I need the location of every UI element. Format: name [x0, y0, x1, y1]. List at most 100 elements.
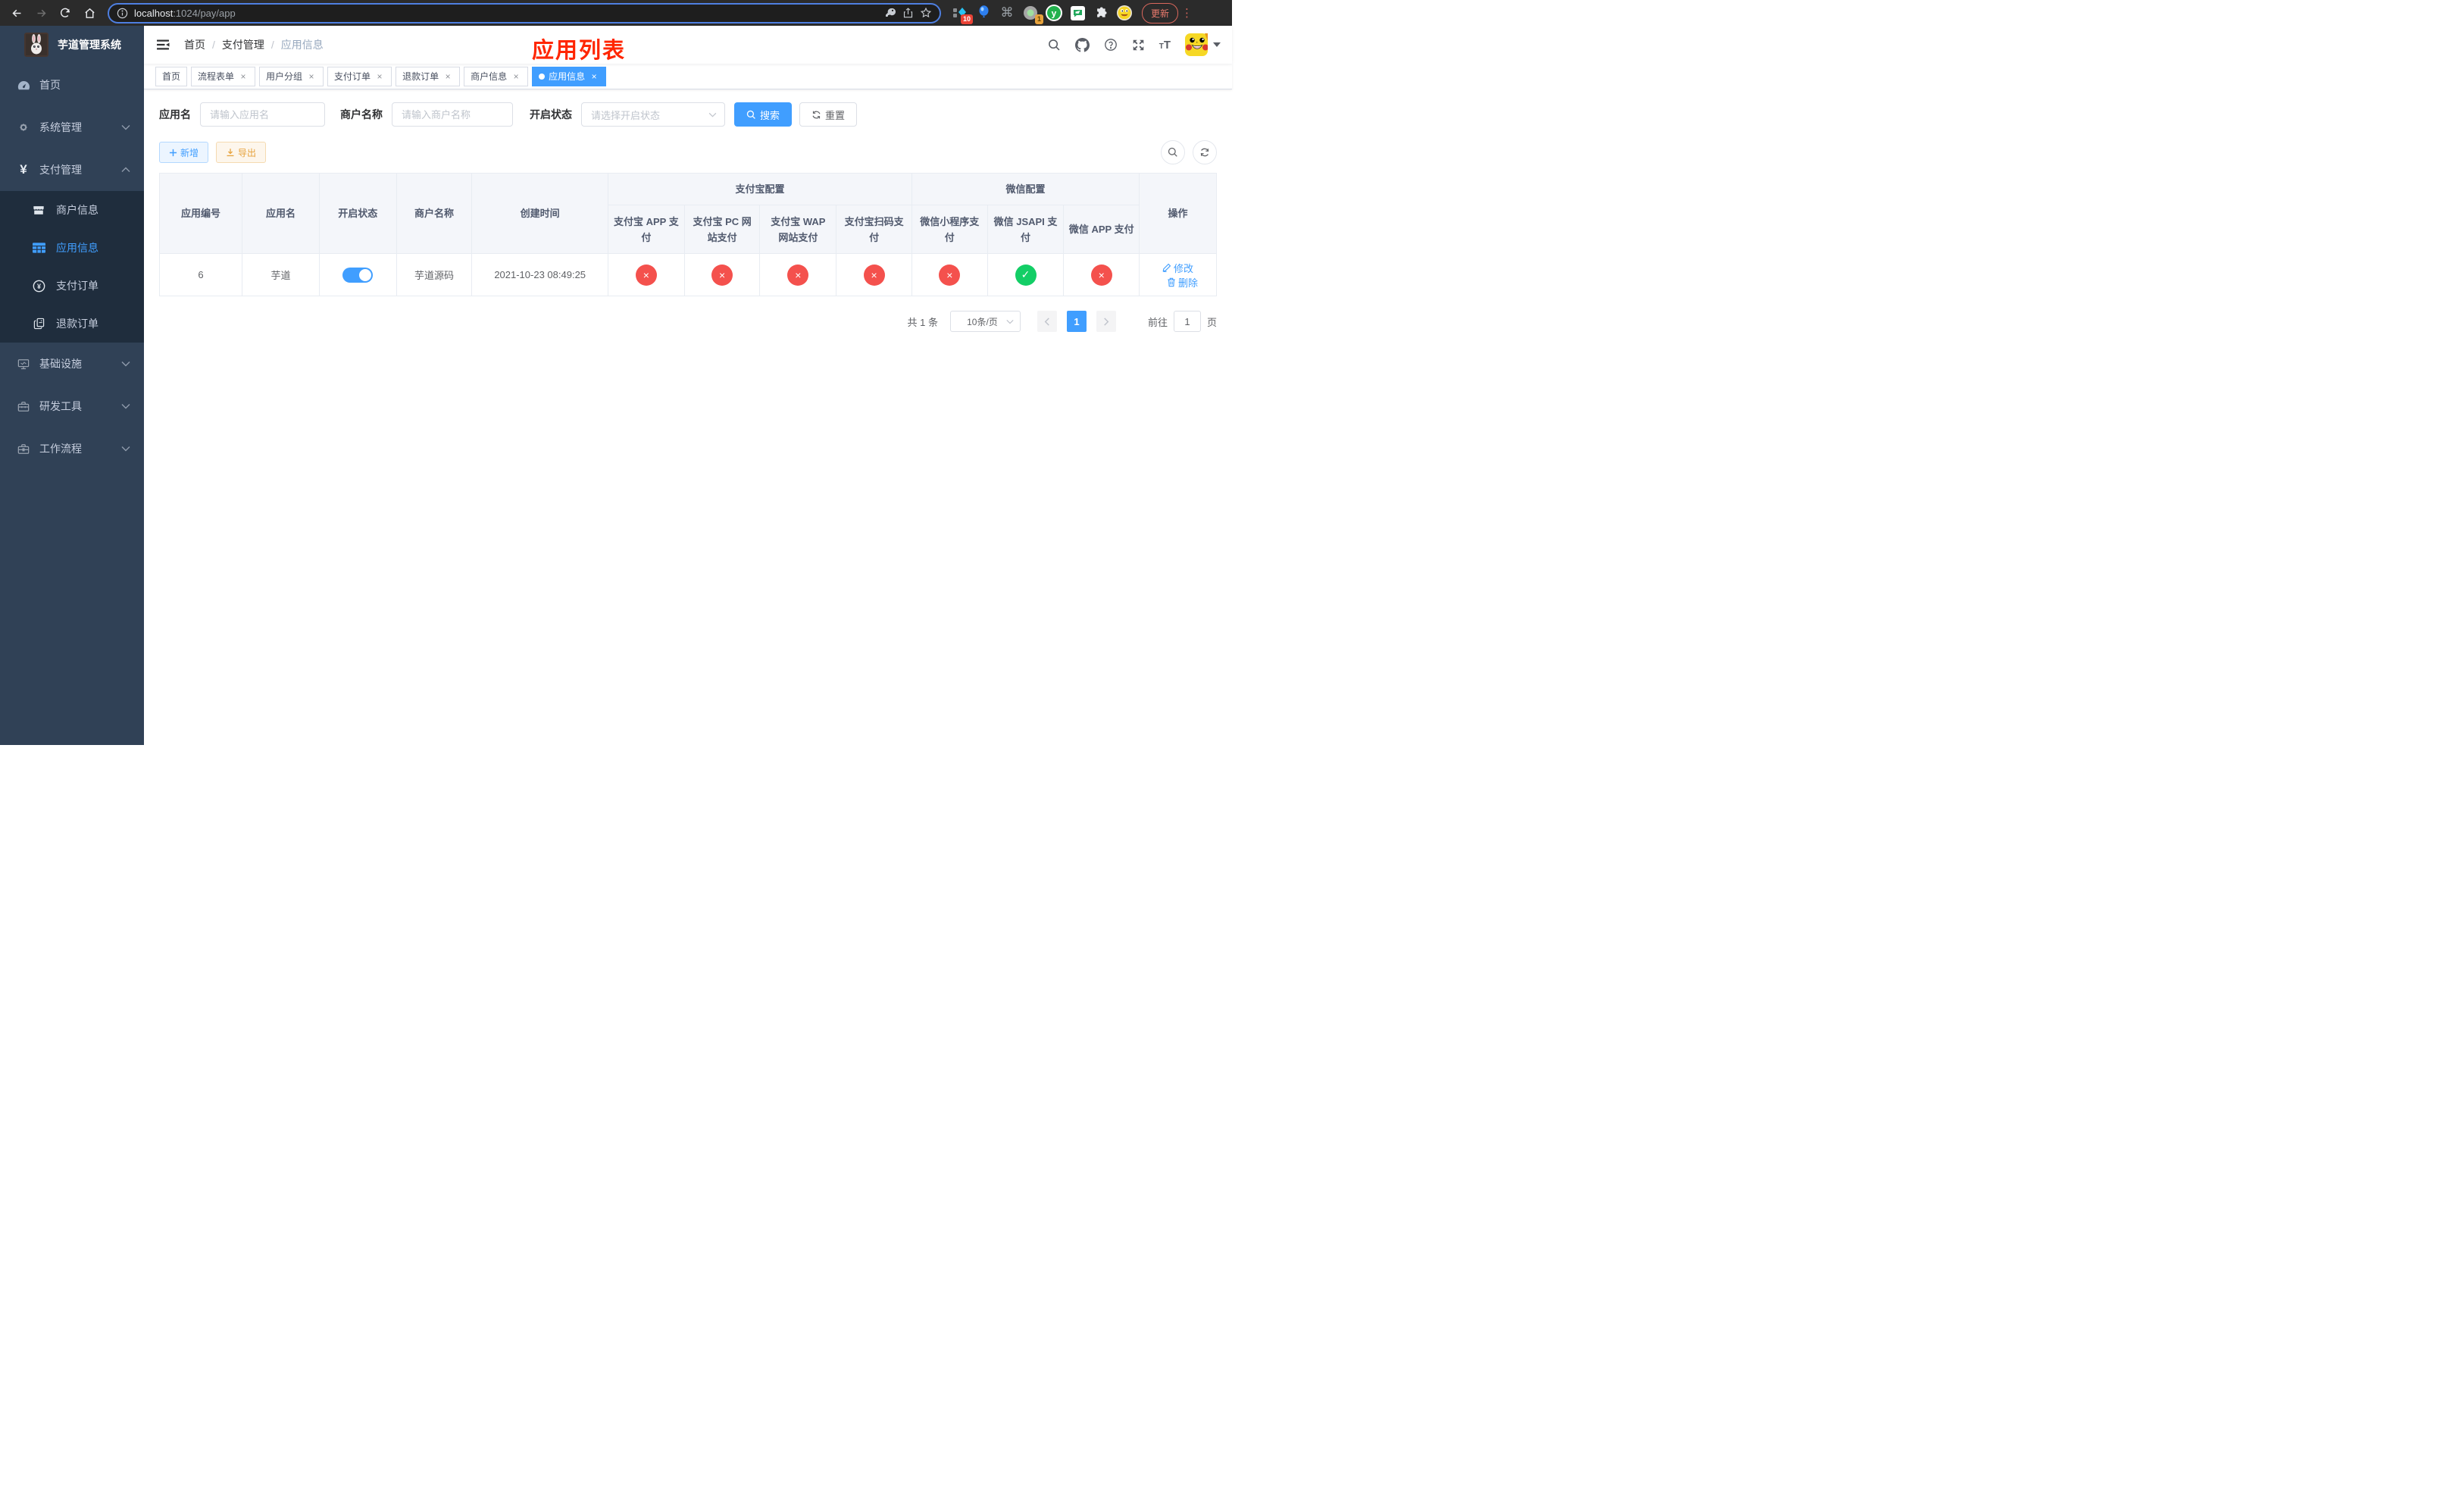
share-icon[interactable]	[902, 7, 914, 19]
refresh-table-button[interactable]	[1193, 140, 1217, 164]
browser-home-button[interactable]	[79, 2, 100, 23]
user-avatar-menu[interactable]	[1185, 33, 1221, 56]
top-navbar: 首页 / 支付管理 / 应用信息 TT	[144, 26, 1232, 64]
sidebar-item-label: 首页	[39, 79, 61, 91]
cell-merchant: 芋道源码	[396, 253, 473, 296]
tab-user-group[interactable]: 用户分组 ×	[259, 66, 324, 86]
delete-button[interactable]: 删除	[1167, 275, 1198, 290]
sidebar-item-pay-order[interactable]: ¥ 支付订单	[0, 267, 144, 305]
cell-created: 2021-10-23 08:49:25	[471, 253, 609, 296]
close-icon[interactable]: ×	[589, 71, 599, 82]
wechat-jsapi-status-icon: ✓	[1015, 264, 1037, 286]
browser-menu-icon[interactable]: ⋮	[1181, 8, 1193, 19]
sidebar-item-app-info[interactable]: 应用信息	[0, 229, 144, 267]
fullscreen-icon[interactable]	[1132, 39, 1145, 52]
app-name-input[interactable]	[200, 102, 325, 127]
status-select[interactable]: 请选择开启状态	[581, 102, 725, 127]
sidebar-item-label: 研发工具	[39, 400, 82, 412]
browser-update-button[interactable]: 更新	[1142, 2, 1179, 23]
sidebar-item-home[interactable]: 首页	[0, 64, 144, 106]
add-button[interactable]: 新增	[159, 142, 209, 163]
browser-back-button[interactable]	[6, 2, 27, 23]
export-button[interactable]: 导出	[216, 142, 267, 163]
sidebar-item-payment[interactable]: ¥ 支付管理	[0, 149, 144, 191]
site-info-icon[interactable]	[117, 8, 128, 19]
extension-recorder-icon[interactable]: 1	[1022, 5, 1043, 24]
search-button[interactable]: 搜索	[734, 102, 793, 127]
sidebar-item-workflow[interactable]: 工作流程	[0, 427, 144, 470]
extension-pin-icon[interactable]: 10	[952, 5, 973, 24]
trash-icon	[1168, 277, 1175, 286]
tab-home[interactable]: 首页	[155, 66, 188, 86]
breadcrumb-current: 应用信息	[280, 39, 324, 51]
sidebar-item-infrastructure[interactable]: 基础设施	[0, 343, 144, 385]
url-text[interactable]: localhost:1024/pay/app	[134, 8, 878, 19]
tab-merchant-info[interactable]: 商户信息 ×	[464, 66, 529, 86]
status-toggle[interactable]	[342, 267, 374, 283]
header-search-icon[interactable]	[1048, 39, 1061, 52]
tab-pay-order[interactable]: 支付订单 ×	[327, 66, 392, 86]
page-size-select[interactable]: 10条/页	[949, 311, 1021, 332]
pagination-total: 共 1 条	[907, 316, 938, 328]
col-group-wechat: 微信配置	[911, 173, 1140, 205]
tab-app-info[interactable]: 应用信息 ×	[532, 66, 607, 86]
extensions-puzzle-icon[interactable]	[1093, 5, 1109, 21]
sidebar-logo-row[interactable]: 芋道管理系统	[0, 26, 144, 64]
col-actions: 操作	[1139, 173, 1217, 254]
reset-button[interactable]: 重置	[799, 102, 858, 127]
col-alipay-scan: 支付宝扫码支付	[836, 205, 912, 254]
sidebar-item-merchant-info[interactable]: 商户信息	[0, 191, 144, 229]
page-number-button[interactable]: 1	[1066, 311, 1087, 332]
active-tab-dot	[539, 73, 546, 80]
back-arrow-icon	[11, 9, 20, 17]
prev-page-button[interactable]	[1037, 311, 1057, 332]
monitor-icon	[15, 358, 32, 370]
refresh-icon	[1200, 148, 1209, 157]
toggle-search-button[interactable]	[1161, 140, 1185, 164]
edit-button[interactable]: 修改	[1162, 261, 1193, 275]
extension-chat-icon[interactable]	[1069, 5, 1086, 21]
extension-y-icon[interactable]: y	[1046, 5, 1062, 21]
download-icon	[227, 149, 234, 157]
tab-refund-order[interactable]: 退款订单 ×	[396, 66, 461, 86]
cell-app-id: 6	[158, 253, 243, 296]
browser-extensions: 10 ⌘ 1 y	[952, 5, 1133, 24]
close-icon[interactable]: ×	[442, 71, 453, 82]
goto-label: 前往	[1147, 316, 1168, 328]
goto-page-input[interactable]	[1173, 311, 1201, 332]
tags-view: 首页 流程表单 × 用户分组 × 支付订单 × 退款订单 × 商户信息 × 应用…	[144, 64, 1232, 89]
password-key-icon[interactable]	[884, 7, 896, 19]
sidebar-item-label: 支付订单	[56, 280, 98, 292]
sidebar-item-refund-order[interactable]: 退款订单	[0, 305, 144, 343]
address-bar[interactable]: localhost:1024/pay/app	[108, 2, 941, 23]
table-toolbar: 新增 导出	[159, 140, 1217, 164]
bookmark-star-icon[interactable]	[920, 7, 932, 19]
close-icon[interactable]: ×	[511, 71, 521, 82]
col-merchant: 商户名称	[396, 173, 473, 254]
merchant-name-label: 商户名称	[340, 108, 383, 121]
pagination: 共 1 条 10条/页 1 前往 页	[159, 311, 1217, 332]
sidebar-item-devtools[interactable]: 研发工具	[0, 385, 144, 427]
sidebar-item-label: 支付管理	[39, 164, 82, 176]
help-icon[interactable]	[1104, 38, 1118, 52]
browser-forward-button[interactable]	[30, 2, 52, 23]
tab-process-form[interactable]: 流程表单 ×	[191, 66, 256, 86]
browser-reload-button[interactable]	[55, 2, 76, 23]
alipay-wap-status-icon: ×	[787, 264, 809, 286]
extension-command-icon[interactable]: ⌘	[999, 5, 1015, 21]
font-size-icon[interactable]: TT	[1159, 39, 1171, 52]
close-icon[interactable]: ×	[374, 71, 385, 82]
github-icon[interactable]	[1074, 37, 1090, 52]
close-icon[interactable]: ×	[306, 71, 317, 82]
close-icon[interactable]: ×	[238, 71, 249, 82]
profile-avatar-icon[interactable]	[1116, 5, 1133, 21]
extension-balloon-icon[interactable]	[975, 5, 992, 21]
merchant-name-input[interactable]	[392, 102, 513, 127]
app-table: 应用编号 应用名 开启状态 商户名称 创建时间 支付宝配置 微信配置 操作 支付…	[158, 173, 1217, 296]
next-page-button[interactable]	[1096, 311, 1116, 332]
sidebar-item-label: 商户信息	[56, 204, 98, 216]
breadcrumb-home[interactable]: 首页	[184, 37, 205, 52]
sidebar-collapse-icon[interactable]	[155, 36, 172, 53]
sidebar-item-system[interactable]: 系统管理	[0, 106, 144, 149]
breadcrumb-payment[interactable]: 支付管理	[222, 37, 264, 52]
